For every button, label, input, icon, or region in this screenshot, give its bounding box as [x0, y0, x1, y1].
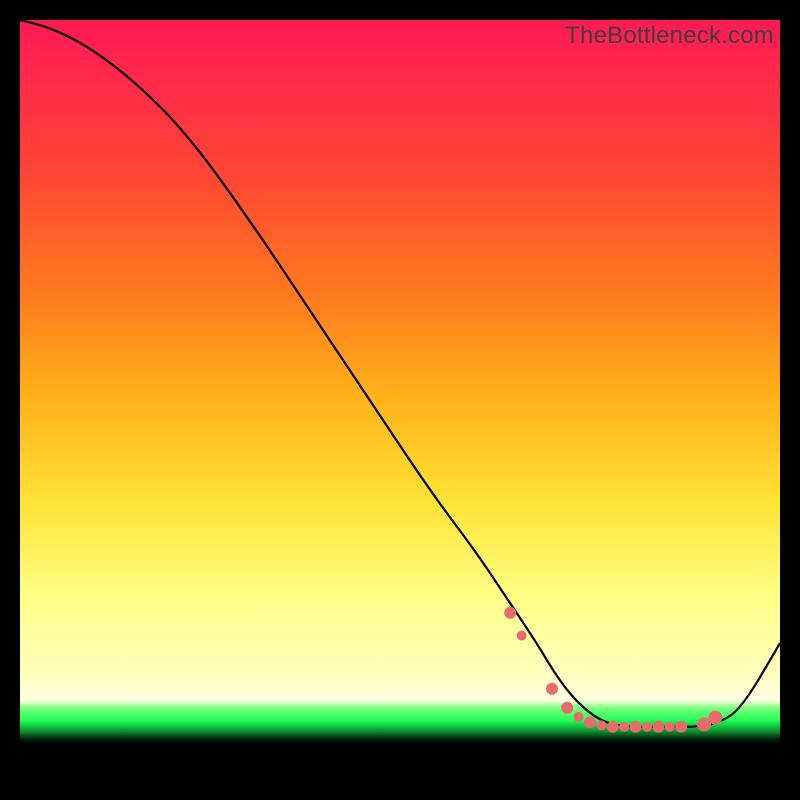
curve-marker — [665, 722, 675, 732]
curve-marker — [584, 716, 596, 728]
curve-marker — [642, 722, 652, 732]
curve-marker — [607, 721, 619, 733]
curve-marker — [574, 712, 584, 722]
curve-marker — [619, 722, 629, 732]
curve-marker — [675, 721, 687, 733]
bottleneck-curve — [20, 20, 780, 727]
curve-marker — [561, 702, 573, 714]
curve-marker — [517, 631, 527, 641]
curve-marker — [504, 607, 516, 619]
curve-marker — [652, 721, 664, 733]
chart-frame: TheBottleneck.com — [20, 20, 780, 780]
curve-marker — [630, 721, 642, 733]
curve-marker — [708, 711, 722, 725]
chart-svg — [20, 20, 780, 780]
marker-group — [504, 607, 722, 733]
curve-marker — [596, 720, 606, 730]
curve-marker — [546, 683, 558, 695]
